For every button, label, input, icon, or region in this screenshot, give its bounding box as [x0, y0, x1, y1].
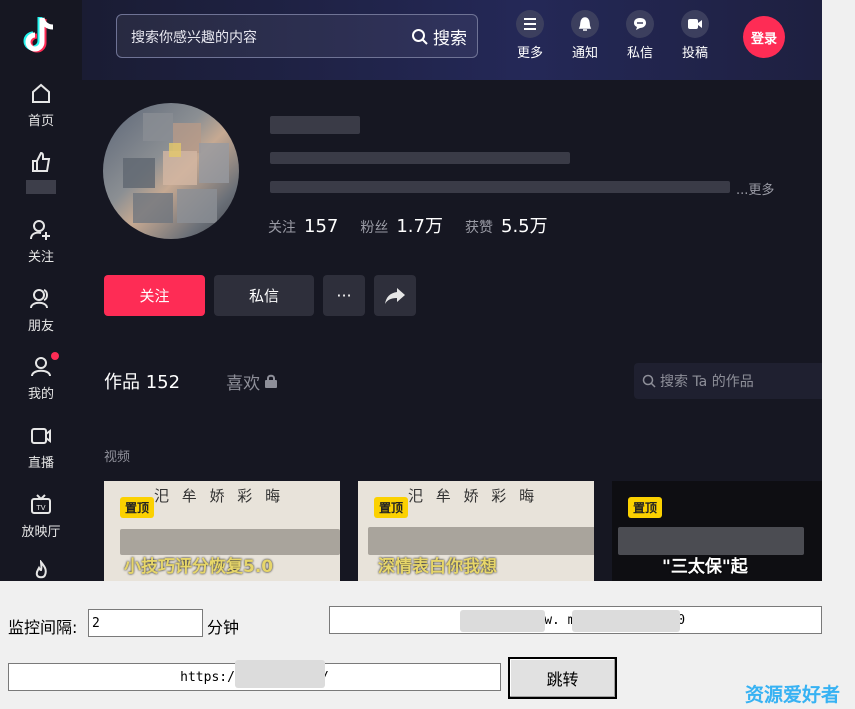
- follow-button[interactable]: 关注: [104, 275, 205, 316]
- search-button[interactable]: 搜索: [411, 24, 467, 49]
- douyin-webview: 首页 关注 朋友 我的 直播 TV 放映厅 搜索你感兴趣的内容 搜索 更多 通知…: [0, 0, 822, 581]
- sidebar-item-label: 首页: [27, 114, 54, 129]
- stat-fans-value[interactable]: 1.7万: [396, 212, 443, 238]
- profile-tabs: 作品 152 喜欢: [104, 368, 278, 394]
- search-icon: [412, 28, 428, 45]
- sidebar-item-home[interactable]: 首页: [0, 82, 82, 146]
- sidebar-item-label: 放映厅: [21, 525, 61, 540]
- window-gutter: [822, 0, 855, 581]
- tab-likes-label: 喜欢: [226, 373, 261, 394]
- avatar[interactable]: [103, 103, 239, 239]
- sidebar-item-theater[interactable]: TV 放映厅: [0, 493, 82, 557]
- bio-masked: [270, 181, 730, 193]
- video-caption: 小技巧评分恢复5.0: [124, 557, 274, 577]
- watermark-text: 资源爱好者: [745, 684, 841, 706]
- login-button[interactable]: 登录: [743, 16, 785, 58]
- interval-unit-label: 分钟: [207, 618, 240, 637]
- add-user-icon: [30, 220, 50, 240]
- stat-likes-label: 获赞: [465, 220, 493, 236]
- url-masked: [572, 610, 680, 632]
- search-box[interactable]: 搜索你感兴趣的内容 搜索: [116, 14, 478, 58]
- upload-icon: [681, 10, 709, 38]
- sidebar-item-me[interactable]: 我的: [0, 352, 82, 419]
- chat-icon: [626, 10, 654, 38]
- header-message-button[interactable]: 私信: [620, 10, 660, 61]
- tab-likes[interactable]: 喜欢: [226, 369, 278, 394]
- video-card[interactable]: 汜 牟 娇 彩 晦 置顶 深情表白你我想: [358, 481, 594, 581]
- stat-likes-value: 5.5万: [501, 216, 548, 237]
- share-button[interactable]: [374, 275, 416, 316]
- pinned-badge: 置顶: [120, 497, 155, 518]
- sidebar-item-recommend[interactable]: [0, 150, 82, 214]
- work-search-input[interactable]: 搜索 Ta 的作品: [634, 363, 822, 399]
- friends-icon: [30, 289, 48, 309]
- sidebar-item-label-masked: [26, 180, 56, 194]
- account-info-masked: [270, 152, 570, 164]
- sidebar-item-label: 关注: [27, 250, 54, 265]
- lock-icon: [265, 374, 278, 388]
- share-icon: [385, 287, 405, 304]
- header-more-label: 更多: [516, 46, 543, 61]
- pinned-badge: 置顶: [628, 497, 663, 518]
- svg-text:TV: TV: [35, 504, 45, 512]
- url-masked: [460, 610, 545, 632]
- home-icon: [32, 83, 50, 103]
- interval-input[interactable]: 2: [88, 609, 203, 637]
- video-card[interactable]: 汜 牟 娇 彩 晦 置顶 小技巧评分恢复5.0: [104, 481, 340, 581]
- profile-stats: 关注 157 粉丝 1.7万 获赞 5.5万: [268, 212, 570, 238]
- sidebar-item-label: 直播: [27, 456, 54, 471]
- section-label-videos: 视频: [104, 450, 131, 465]
- video-caption: 深情表白你我想: [378, 557, 497, 577]
- sidebar-item-label: 朋友: [27, 319, 54, 334]
- search-input[interactable]: 搜索你感兴趣的内容: [131, 27, 257, 47]
- stat-following-label: 关注: [268, 220, 296, 236]
- bio-more-link[interactable]: ...更多: [736, 179, 774, 198]
- bell-icon: [571, 10, 599, 38]
- sidebar-item-friends[interactable]: 朋友: [0, 287, 82, 351]
- header-upload-label: 投稿: [681, 46, 708, 61]
- thumb-up-icon: [32, 151, 51, 172]
- nickname-masked: [270, 116, 360, 134]
- header-notify-button[interactable]: 通知: [565, 10, 605, 61]
- live-icon: [31, 428, 51, 444]
- url-masked: [235, 660, 325, 688]
- douyin-logo-icon[interactable]: [20, 14, 60, 58]
- flame-icon[interactable]: [31, 560, 51, 581]
- tv-icon: TV: [31, 494, 51, 514]
- more-button[interactable]: ···: [323, 275, 365, 316]
- header-more-button[interactable]: 更多: [510, 10, 550, 61]
- jump-button[interactable]: 跳转: [508, 657, 617, 699]
- top-header: 搜索你感兴趣的内容 搜索 更多 通知 私信 投稿 登录: [82, 0, 822, 80]
- video-caption: "三太保"起: [662, 557, 748, 577]
- stat-following-value[interactable]: 157: [304, 216, 338, 237]
- search-button-label: 搜索: [433, 29, 467, 49]
- pinned-badge: 置顶: [374, 497, 409, 518]
- sidebar: 首页 关注 朋友 我的 直播 TV 放映厅: [0, 0, 82, 581]
- sidebar-item-label: 我的: [27, 387, 54, 402]
- header-notify-label: 通知: [571, 46, 598, 61]
- header-message-label: 私信: [626, 46, 653, 61]
- video-card[interactable]: 置顶 "三太保"起: [612, 481, 822, 581]
- interval-label: 监控间隔:: [8, 618, 78, 637]
- notification-dot: [51, 352, 59, 360]
- sidebar-item-live[interactable]: 直播: [0, 424, 82, 488]
- message-button[interactable]: 私信: [214, 275, 314, 316]
- work-search-placeholder: 搜索 Ta 的作品: [660, 374, 754, 390]
- search-icon: [642, 374, 656, 388]
- stat-fans-label: 粉丝: [360, 220, 389, 236]
- tab-works[interactable]: 作品 152: [104, 368, 180, 394]
- header-upload-button[interactable]: 投稿: [675, 10, 715, 61]
- person-icon: [31, 357, 51, 377]
- app-window: 首页 关注 朋友 我的 直播 TV 放映厅 搜索你感兴趣的内容 搜索 更多 通知…: [0, 0, 855, 709]
- sidebar-item-following[interactable]: 关注: [0, 218, 82, 282]
- menu-icon: [516, 10, 544, 38]
